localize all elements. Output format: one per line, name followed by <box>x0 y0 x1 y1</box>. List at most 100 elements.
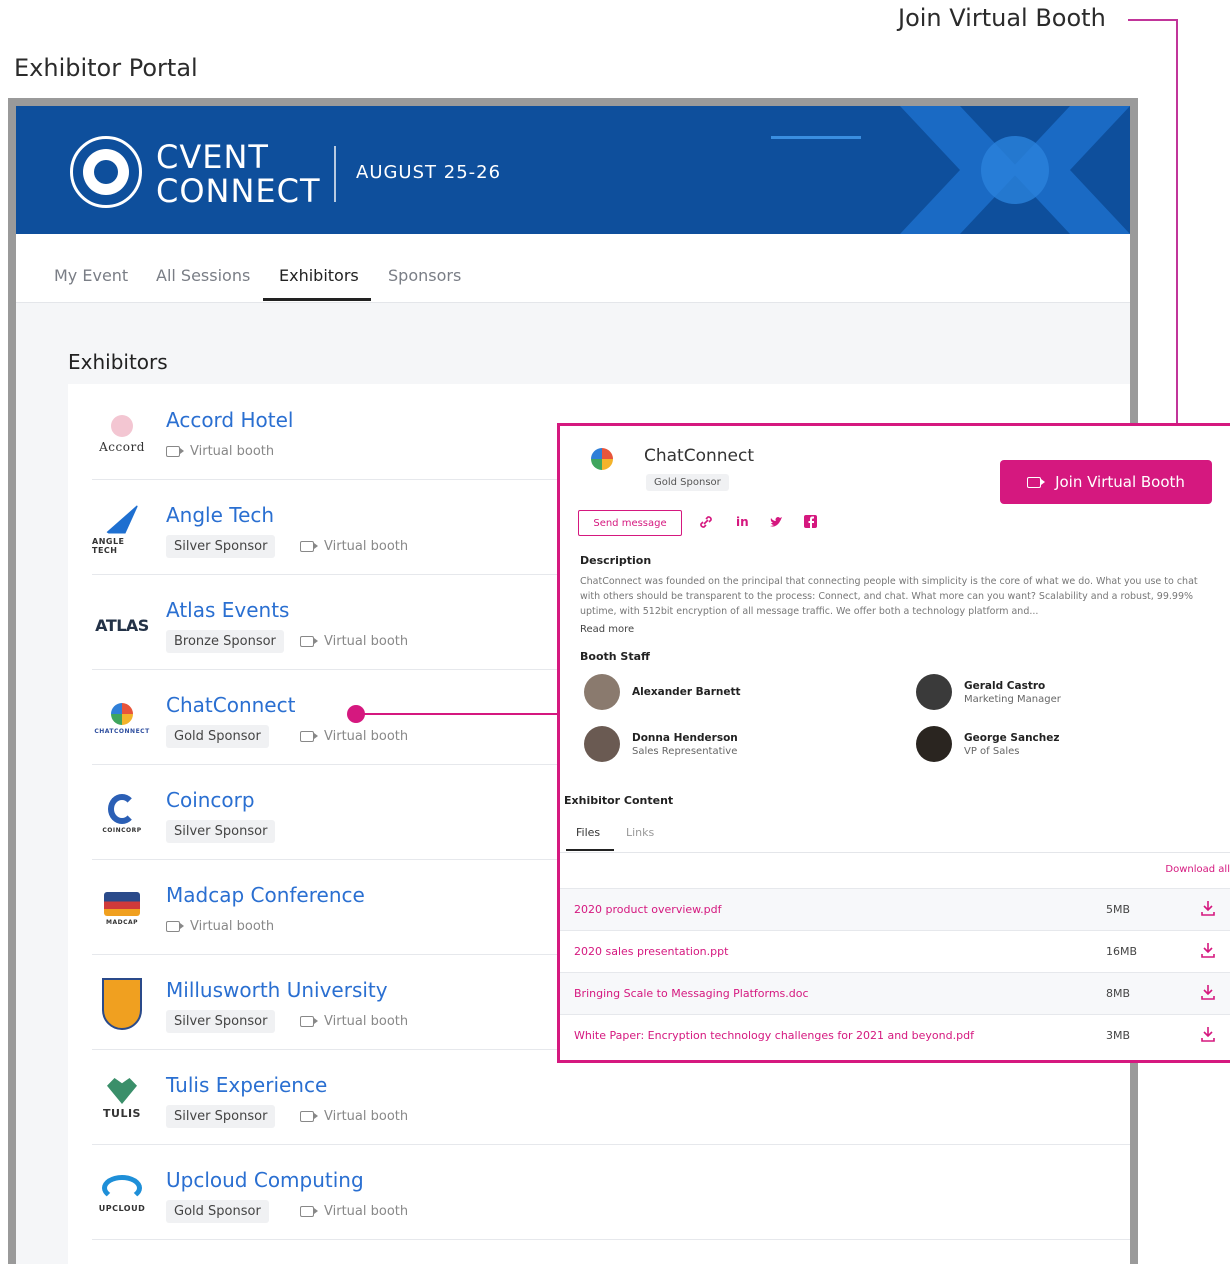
twitter-icon[interactable] <box>769 516 783 528</box>
download-icon[interactable] <box>1200 983 1216 1001</box>
panel-exhibitor-name: ChatConnect <box>644 446 755 466</box>
file-size: 3MB <box>1106 1029 1131 1042</box>
file-size: 5MB <box>1106 903 1131 916</box>
download-all-link[interactable]: Download all <box>1165 864 1230 875</box>
exhibitor-name[interactable]: ChatConnect <box>166 693 295 717</box>
chatconnect-logo-icon <box>580 448 624 492</box>
camera-icon <box>300 541 318 552</box>
linkedin-icon[interactable]: in <box>736 515 749 529</box>
exhibitor-name[interactable]: Angle Tech <box>166 503 274 527</box>
portal-title-annotation: Exhibitor Portal <box>14 54 198 82</box>
exhibitor-name[interactable]: Tulis Experience <box>166 1073 327 1097</box>
callout-line <box>1128 19 1178 21</box>
content-tabs: Files Links <box>560 816 1230 853</box>
banner-divider <box>334 146 336 202</box>
camera-icon <box>300 1111 318 1122</box>
read-more-link[interactable]: Read more <box>580 624 634 635</box>
brand-name: CVENT <box>156 138 269 176</box>
join-booth-callout: Join Virtual Booth <box>898 4 1106 32</box>
exhibitor-logo-icon: TULIS <box>92 1071 152 1127</box>
exhibitor-name[interactable]: Madcap Conference <box>166 883 365 907</box>
exhibitor-row[interactable]: TULIS Tulis Experience Silver Sponsor Vi… <box>92 1049 1130 1145</box>
camera-icon <box>300 1206 318 1217</box>
sponsor-badge: Silver Sponsor <box>166 1010 276 1033</box>
sponsor-badge: Bronze Sponsor <box>166 630 284 653</box>
event-banner: CVENT CONNECT AUGUST 25-26 <box>16 106 1130 234</box>
tab-my-event[interactable]: My Event <box>54 266 128 285</box>
exhibitor-logo-icon: ATLAS <box>95 616 149 635</box>
cvent-logo-icon <box>70 136 142 208</box>
avatar <box>584 726 620 762</box>
exhibitor-logo-icon: Accord <box>92 406 152 462</box>
virtual-booth-link[interactable]: Virtual booth <box>300 1204 408 1219</box>
description-text: ChatConnect was founded on the principal… <box>580 576 1198 617</box>
file-name[interactable]: Bringing Scale to Messaging Platforms.do… <box>574 987 809 1000</box>
download-icon[interactable] <box>1200 941 1216 959</box>
tab-exhibitors[interactable]: Exhibitors <box>279 266 359 285</box>
active-tab-indicator <box>566 849 614 851</box>
sponsor-badge: Gold Sponsor <box>166 1200 269 1223</box>
join-virtual-booth-button[interactable]: Join Virtual Booth <box>1000 460 1212 504</box>
callout-line <box>1176 19 1178 455</box>
avatar <box>584 674 620 710</box>
panel-sponsor-badge: Gold Sponsor <box>646 474 729 491</box>
virtual-booth-link[interactable]: Virtual booth <box>166 919 274 934</box>
send-message-button[interactable]: Send message <box>578 510 682 536</box>
virtual-booth-link[interactable]: Virtual booth <box>300 539 408 554</box>
pointer-line <box>360 713 560 715</box>
file-size: 8MB <box>1106 987 1131 1000</box>
banner-accent-bar <box>771 136 861 139</box>
avatar <box>916 726 952 762</box>
camera-icon <box>166 446 184 457</box>
file-row[interactable]: 2020 product overview.pdf 5MB <box>560 888 1230 931</box>
section-title: Exhibitors <box>68 350 168 374</box>
staff-member[interactable]: Gerald Castro Marketing Manager <box>916 674 1061 710</box>
exhibitor-row[interactable]: UPCLOUD Upcloud Computing Gold Sponsor V… <box>92 1144 1130 1240</box>
tab-links[interactable]: Links <box>626 826 654 839</box>
virtual-booth-link[interactable]: Virtual booth <box>300 1014 408 1029</box>
file-name[interactable]: 2020 product overview.pdf <box>574 903 721 916</box>
download-icon[interactable] <box>1200 1025 1216 1043</box>
exhibitor-content-label: Exhibitor Content <box>564 794 674 807</box>
active-tab-indicator <box>263 298 371 301</box>
staff-member[interactable]: George Sanchez VP of Sales <box>916 726 1059 762</box>
staff-member[interactable]: Donna Henderson Sales Representative <box>584 726 738 762</box>
virtual-booth-link[interactable]: Virtual booth <box>300 729 408 744</box>
staff-member[interactable]: Alexander Barnett <box>584 674 741 710</box>
sponsor-badge: Gold Sponsor <box>166 725 269 748</box>
tab-all-sessions[interactable]: All Sessions <box>156 266 250 285</box>
camera-icon <box>300 1016 318 1027</box>
exhibitor-logo-icon: UPCLOUD <box>92 1166 152 1222</box>
virtual-booth-link[interactable]: Virtual booth <box>300 1109 408 1124</box>
description-label: Description <box>580 554 652 567</box>
sponsor-badge: Silver Sponsor <box>166 535 276 558</box>
main-nav: My Event All Sessions Exhibitors Sponsor… <box>16 234 1130 303</box>
event-date: AUGUST 25-26 <box>356 162 502 183</box>
file-name[interactable]: White Paper: Encryption technology chall… <box>574 1029 974 1042</box>
download-icon[interactable] <box>1200 899 1216 917</box>
file-row[interactable]: 2020 sales presentation.ppt 16MB <box>560 930 1230 973</box>
virtual-booth-link[interactable]: Virtual booth <box>300 634 408 649</box>
tab-sponsors[interactable]: Sponsors <box>388 266 461 285</box>
exhibitor-detail-panel: ChatConnect Gold Sponsor Join Virtual Bo… <box>557 423 1230 1063</box>
exhibitor-logo-icon <box>92 976 152 1032</box>
exhibitor-name[interactable]: Millusworth University <box>166 978 388 1002</box>
exhibitor-logo-icon: CHATCONNECT <box>92 691 152 747</box>
booth-staff-label: Booth Staff <box>580 650 650 663</box>
virtual-booth-link[interactable]: Virtual booth <box>166 444 274 459</box>
link-icon[interactable] <box>698 514 714 530</box>
exhibitor-name[interactable]: Coincorp <box>166 788 255 812</box>
sponsor-badge: Silver Sponsor <box>166 820 276 843</box>
exhibitor-name[interactable]: Accord Hotel <box>166 408 293 432</box>
banner-decoration-icon <box>900 106 1130 234</box>
facebook-icon[interactable] <box>804 515 817 528</box>
file-row[interactable]: Bringing Scale to Messaging Platforms.do… <box>560 972 1230 1015</box>
exhibitor-logo-icon: COINCORP <box>92 786 152 842</box>
tab-files[interactable]: Files <box>576 826 600 839</box>
exhibitor-name[interactable]: Atlas Events <box>166 598 289 622</box>
file-row[interactable]: White Paper: Encryption technology chall… <box>560 1014 1230 1057</box>
avatar <box>916 674 952 710</box>
file-name[interactable]: 2020 sales presentation.ppt <box>574 945 728 958</box>
file-size: 16MB <box>1106 945 1138 958</box>
exhibitor-name[interactable]: Upcloud Computing <box>166 1168 364 1192</box>
